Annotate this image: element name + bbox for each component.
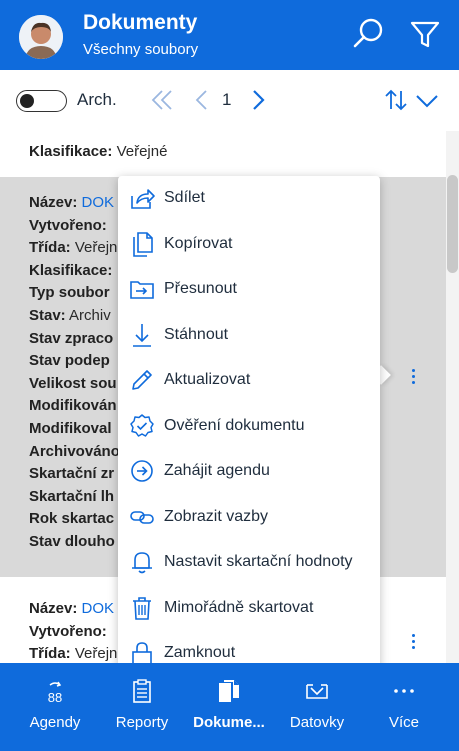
menu-item-label: Sdílet [164,189,205,206]
search-icon[interactable] [348,14,388,54]
menu-item-label: Zobrazit vazby [164,507,269,525]
menu-item-move[interactable]: Přesunout [118,267,380,313]
menu-item-label: Kopírovat [164,234,233,252]
svg-text:88: 88 [48,690,62,705]
share-icon [128,184,156,212]
menu-item-share[interactable]: Sdílet [118,176,380,222]
documents-icon [215,677,243,705]
report-icon [128,677,156,705]
menu-item-extraordinary-shred[interactable]: Mimořádně skartovat [118,586,380,632]
download-icon [128,321,156,349]
menu-item-label: Přesunout [164,280,237,297]
page-title: Dokumenty [83,11,198,34]
menu-item-label: Stáhnout [164,325,229,343]
page-number: 1 [222,90,232,109]
menu-item-label: Nastavit skartační hodnoty [164,553,353,570]
bottom-navigation: 88 Agendy Reporty Dokume... Datovky Více [0,663,459,751]
app-header: Dokumenty Všechny soubory [0,0,459,70]
nav-item-more[interactable]: Více [349,663,459,751]
sort-icon[interactable] [382,86,410,114]
archive-toggle[interactable] [16,90,67,112]
more-vertical-icon[interactable] [412,631,418,652]
menu-item-label: Mimořádně skartovat [164,598,314,616]
bell-icon [128,548,156,576]
menu-item-copy[interactable]: Kopírovat [118,222,380,268]
agendas-icon: 88 [41,677,69,705]
first-page-icon[interactable] [148,86,176,114]
trash-icon [128,594,156,622]
more-vertical-icon[interactable] [412,366,418,387]
nav-label: Více [388,714,419,731]
chevron-down-icon[interactable] [413,86,441,114]
menu-item-verify-document[interactable]: Ověření dokumentu [118,404,380,450]
scrollbar-thumb[interactable] [447,175,458,273]
databox-icon [303,677,331,705]
page-subtitle: Všechny soubory [83,41,199,58]
archive-label: Arch. [77,90,117,109]
toolbar: Arch. 1 [0,70,459,131]
menu-item-label: Aktualizovat [164,371,251,388]
next-page-icon[interactable] [244,86,272,114]
menu-item-label: Zahájit agendu [164,462,270,479]
link-icon [128,503,156,531]
filter-icon[interactable] [405,14,445,54]
previous-page-icon[interactable] [188,86,216,114]
menu-item-download[interactable]: Stáhnout [118,313,380,359]
menu-item-show-links[interactable]: Zobrazit vazby [118,495,380,541]
copy-icon [128,230,156,258]
menu-item-label: Zamknout [164,644,236,661]
context-menu: Sdílet Kopírovat Přesunout Stáhnout Aktu… [118,176,380,680]
arrow-circle-icon [128,457,156,485]
menu-item-label: Ověření dokumentu [164,416,305,434]
menu-item-update[interactable]: Aktualizovat [118,358,380,404]
verified-badge-icon [128,412,156,440]
toggle-knob [20,94,34,108]
move-icon [128,275,156,303]
card-row: Klasifikace: Veřejné [29,143,168,160]
more-icon [390,677,418,705]
menu-item-set-shredding-values[interactable]: Nastavit skartační hodnoty [118,540,380,586]
pencil-icon [128,366,156,394]
menu-item-start-agenda[interactable]: Zahájit agendu [118,449,380,495]
avatar[interactable] [19,15,63,59]
document-card[interactable]: Klasifikace: Veřejné [0,131,446,174]
